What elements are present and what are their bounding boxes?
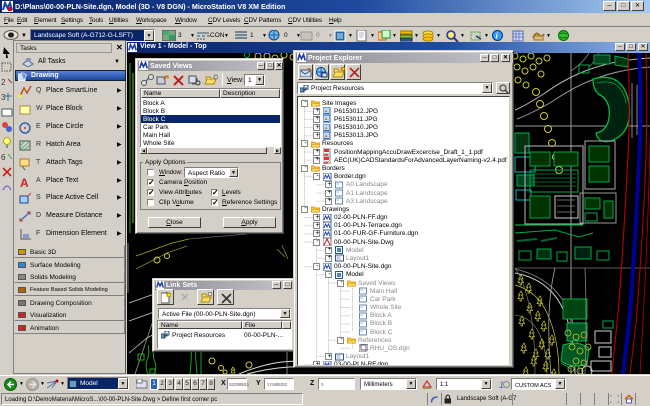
svg-text:2: 2 (1, 78, 6, 87)
svg-text:3: 3 (1, 93, 6, 102)
svg-text:6: 6 (1, 153, 6, 162)
svg-text:A: A (20, 176, 29, 188)
